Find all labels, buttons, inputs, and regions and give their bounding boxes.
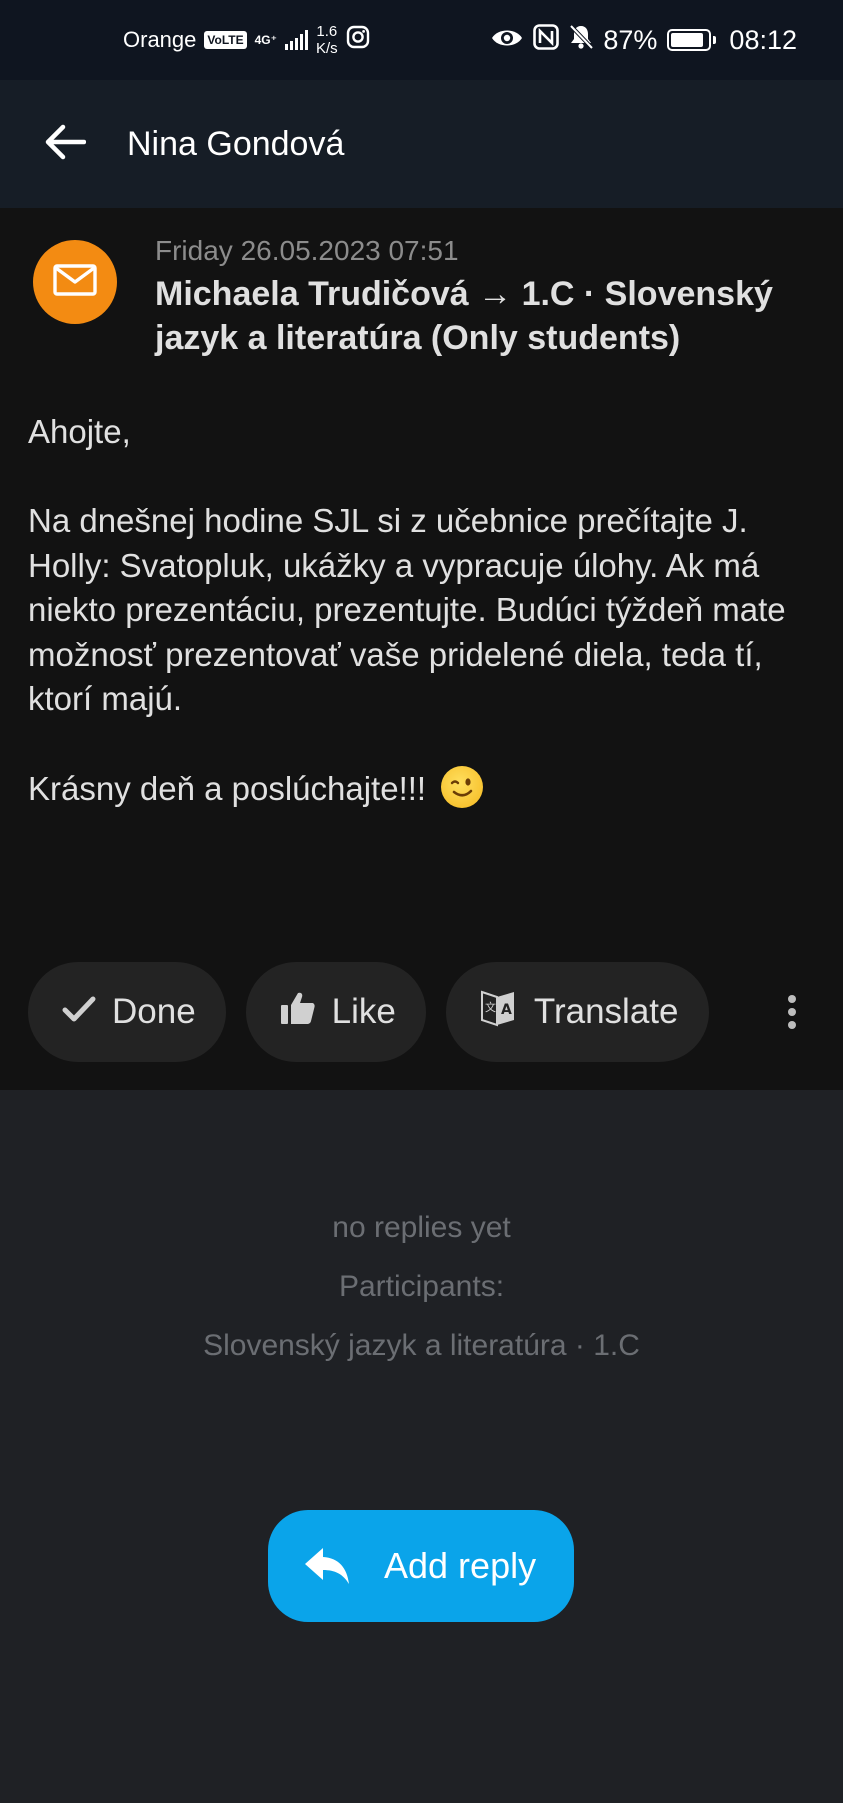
message-date: Friday 26.05.2023 07:51 bbox=[155, 235, 459, 266]
avatar bbox=[33, 240, 117, 324]
more-vertical-icon-dot bbox=[788, 995, 796, 1003]
signal-icon bbox=[284, 30, 308, 50]
network-speed-value: 1.6 bbox=[316, 23, 338, 40]
nfc-icon bbox=[533, 23, 560, 57]
battery-icon bbox=[667, 29, 717, 51]
like-label: Like bbox=[331, 992, 396, 1031]
status-bar-right: 87% 08:12 bbox=[491, 0, 797, 80]
done-button[interactable]: Done bbox=[28, 962, 226, 1062]
message-text: Ahojte, Na dnešnej hodine SJL si z učebn… bbox=[28, 413, 786, 807]
app-bar: Nina Gondová bbox=[0, 80, 843, 208]
message-actions: Done Like 文A Translate bbox=[28, 962, 709, 1062]
no-replies-text: no replies yet bbox=[332, 1211, 511, 1244]
network-speed: 1.6 K/s bbox=[316, 23, 338, 57]
clock: 08:12 bbox=[729, 24, 797, 55]
envelope-icon bbox=[53, 263, 97, 301]
volte-badge: VoLTE bbox=[204, 31, 247, 49]
svg-text:文: 文 bbox=[485, 1000, 496, 1014]
translate-button[interactable]: 文A Translate bbox=[445, 962, 709, 1062]
replies-section: no replies yet Participants: Slovenský j… bbox=[0, 1198, 843, 1375]
eye-icon bbox=[491, 25, 523, 56]
battery-percent: 87% bbox=[603, 24, 658, 55]
message-body: Ahojte, Na dnešnej hodine SJL si z učebn… bbox=[28, 410, 818, 812]
status-bar-left: Orange VoLTE 4G⁺ 1.6 K/s bbox=[123, 0, 370, 80]
participants-label: Participants: bbox=[338, 1270, 505, 1303]
bell-muted-icon bbox=[569, 24, 594, 57]
participants-value: Slovenský jazyk a literatúra · 1.C bbox=[203, 1329, 640, 1362]
network-speed-unit: K/s bbox=[315, 40, 338, 57]
translate-icon: 文A bbox=[480, 989, 518, 1036]
add-reply-button[interactable]: Add reply bbox=[268, 1510, 574, 1622]
check-icon bbox=[62, 992, 96, 1032]
instagram-icon bbox=[346, 25, 370, 55]
add-reply-label: Add reply bbox=[384, 1545, 537, 1586]
translate-label: Translate bbox=[533, 992, 679, 1031]
message-card: Friday 26.05.2023 07:51 Michaela Trudičo… bbox=[0, 208, 843, 1090]
thumbs-up-icon bbox=[280, 991, 316, 1034]
message-sender: Michaela Trudičová → 1.C · Slovenský jaz… bbox=[155, 275, 773, 357]
more-options-button[interactable] bbox=[772, 986, 812, 1038]
more-vertical-icon-dot bbox=[788, 1021, 796, 1029]
reply-icon bbox=[300, 1539, 354, 1593]
battery-level bbox=[671, 33, 703, 47]
page-title: Nina Gondová bbox=[127, 124, 345, 163]
more-vertical-icon-dot bbox=[788, 1008, 796, 1016]
arrow-left-icon bbox=[44, 124, 87, 165]
winking-face-icon bbox=[441, 766, 484, 808]
status-bar: Orange VoLTE 4G⁺ 1.6 K/s 87% 08:12 bbox=[0, 0, 843, 80]
svg-text:A: A bbox=[501, 1002, 512, 1018]
carrier-name: Orange bbox=[123, 27, 197, 52]
network-type: 4G⁺ bbox=[254, 33, 277, 47]
back-button[interactable] bbox=[33, 112, 97, 176]
done-label: Done bbox=[112, 992, 196, 1031]
like-button[interactable]: Like bbox=[245, 962, 426, 1062]
